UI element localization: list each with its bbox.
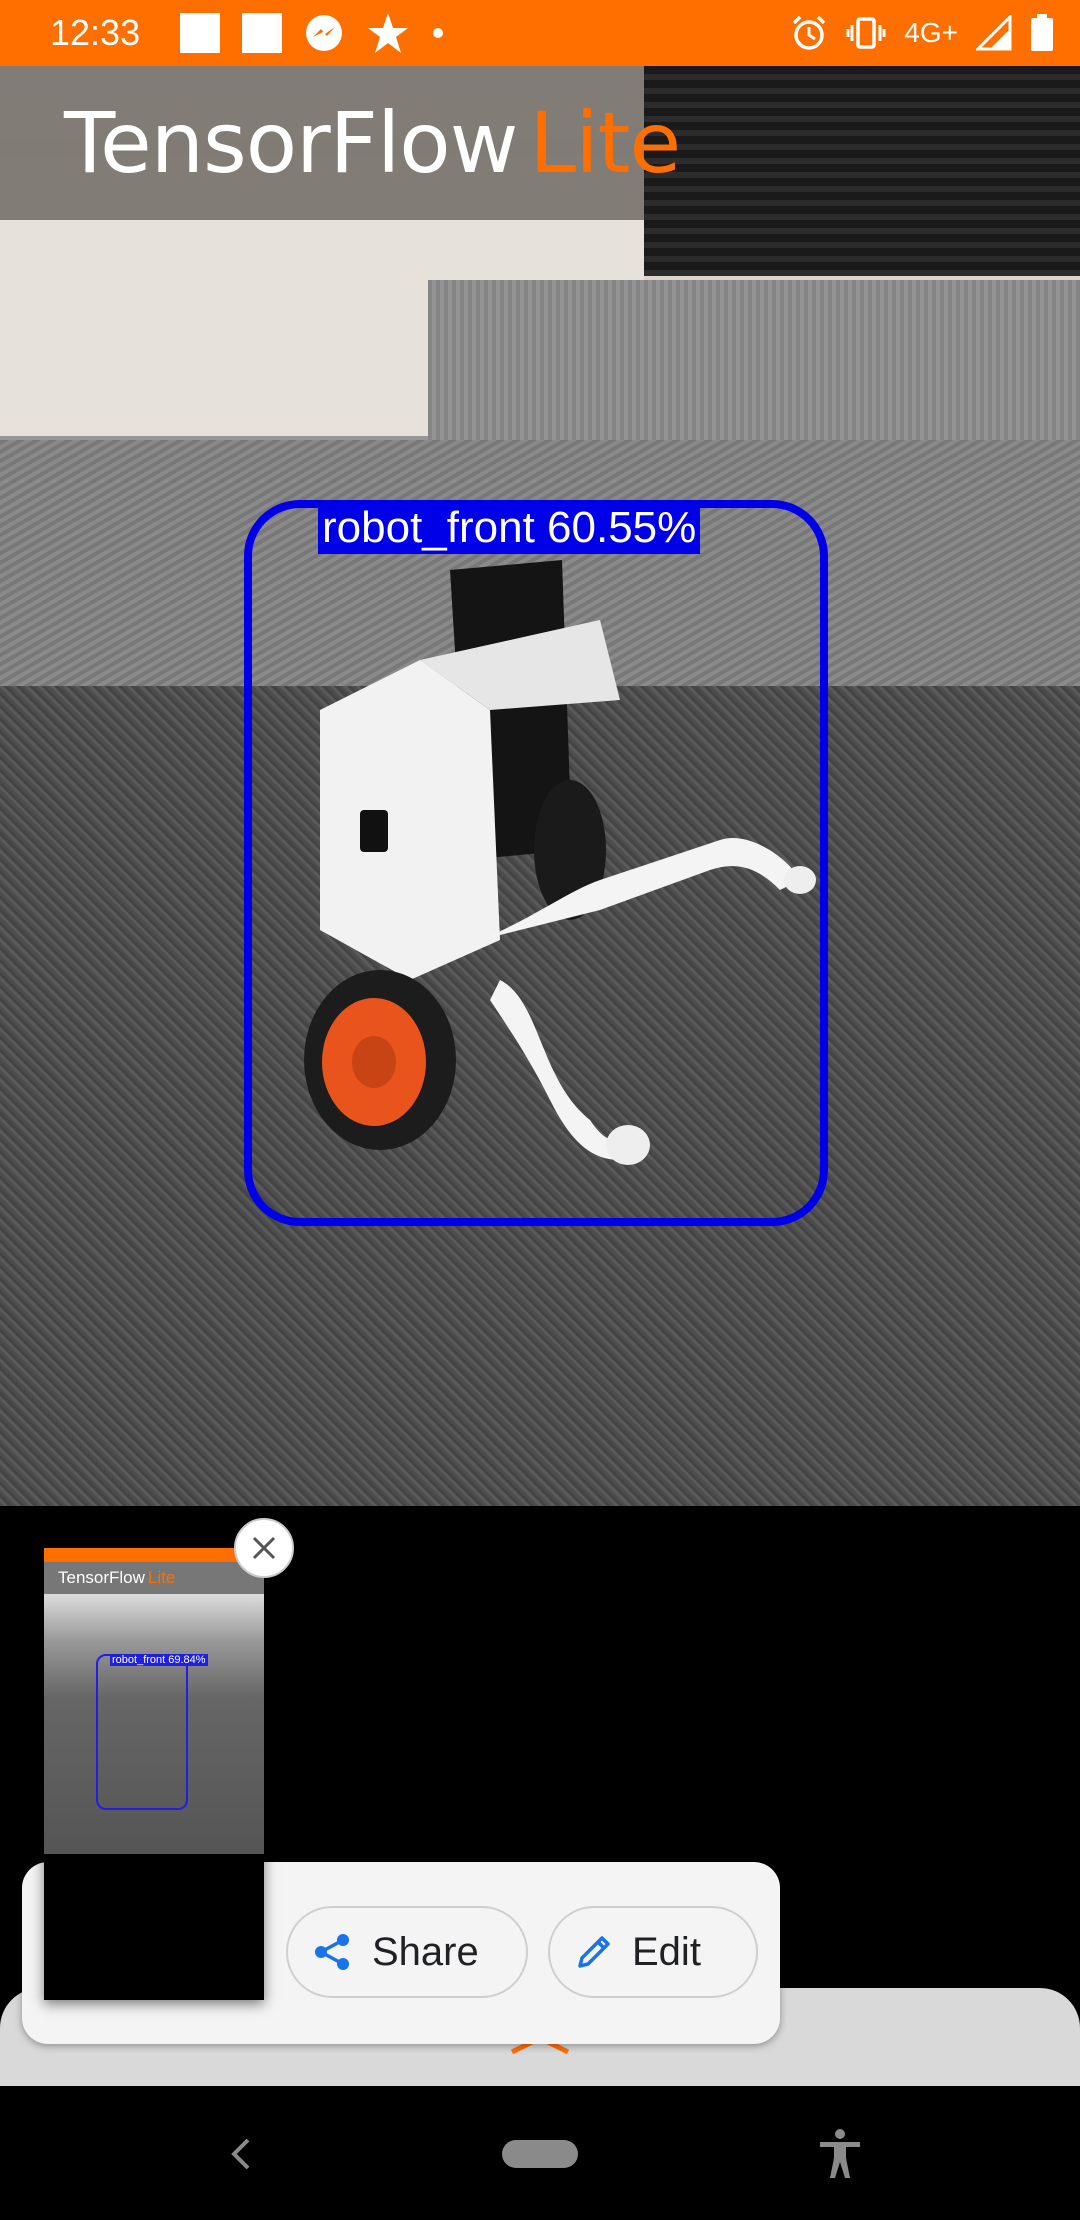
brand-name: TensorFlow: [64, 94, 518, 192]
screenshot-preview[interactable]: TensorFlow Lite robot_front 69.84%: [44, 1548, 264, 2000]
notification-icons: [180, 11, 444, 55]
alarm-icon: [793, 15, 826, 50]
carpet-step-top: [428, 280, 1080, 440]
edit-label: Edit: [632, 1929, 701, 1974]
detection-box: [244, 500, 828, 1226]
share-label: Share: [372, 1929, 479, 1974]
battery-icon: [1031, 14, 1053, 51]
square-icon: [242, 13, 283, 53]
preview-camera-image: robot_front 69.84%: [44, 1594, 264, 1854]
preview-header: TensorFlow Lite: [44, 1562, 264, 1594]
close-preview-button[interactable]: [234, 1518, 294, 1578]
messenger-icon: [306, 15, 343, 51]
window-blinds: [644, 66, 1080, 276]
pinwheel-icon: [368, 13, 409, 53]
preview-detection-box: [96, 1654, 188, 1810]
share-icon: [315, 1934, 349, 1970]
status-time: 12:33: [50, 12, 141, 53]
home-button[interactable]: [502, 2140, 578, 2168]
app-title: TensorFlow Lite: [64, 94, 681, 192]
signal-icon: [976, 15, 1012, 51]
vibrate-icon: [846, 17, 886, 49]
app-header: TensorFlow Lite: [0, 66, 681, 220]
detection-label: robot_front 60.55%: [318, 502, 701, 554]
preview-status-bar: [44, 1548, 264, 1562]
brand-suffix: Lite: [529, 94, 681, 192]
accessibility-icon[interactable]: [816, 2128, 864, 2180]
close-icon: [252, 1536, 276, 1560]
edit-button[interactable]: Edit: [548, 1906, 758, 1998]
network-type: 4G+: [904, 17, 958, 48]
preview-brand-suffix: Lite: [147, 1568, 176, 1587]
share-button[interactable]: Share: [286, 1906, 528, 1998]
preview-bottom: [44, 1854, 264, 2000]
dot-icon: [433, 28, 444, 38]
square-icon: [180, 13, 221, 53]
preview-brand: TensorFlow: [58, 1568, 145, 1587]
pencil-icon: [578, 1936, 610, 1968]
preview-detection-label: robot_front 69.84%: [110, 1654, 208, 1666]
back-icon[interactable]: [226, 2136, 256, 2172]
status-bar: 12:33 4G+: [0, 0, 1080, 66]
